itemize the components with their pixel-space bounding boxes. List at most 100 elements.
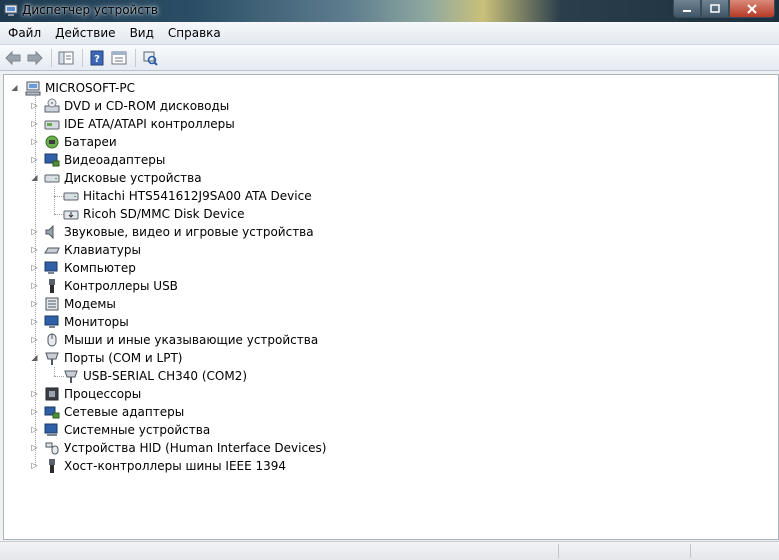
tree-item[interactable]: ▷ Клавиатуры [4, 241, 504, 259]
tree-item[interactable]: ▷ Батареи [4, 133, 504, 151]
status-bar [0, 541, 779, 560]
disk-drive-icon [63, 192, 79, 201]
tree-item-label: Hitachi HTS541612J9SA00 ATA Device [83, 189, 312, 203]
tree-item[interactable]: ◢ Дисковые устройства [4, 169, 504, 187]
expand-toggle-icon[interactable]: ▷ [30, 119, 39, 128]
tree-item-label: USB-SERIAL CH340 (COM2) [83, 369, 248, 383]
toolbar-separator [82, 48, 83, 67]
tree-item[interactable]: ▷ IDE ATA/ATAPI контроллеры [4, 115, 504, 133]
maximize-button[interactable] [701, 0, 729, 18]
tree-item[interactable]: ▷ Мониторы [4, 313, 504, 331]
tree-item[interactable]: ▷ Контроллеры USB [4, 277, 504, 295]
expand-toggle-icon[interactable]: ▷ [30, 245, 39, 254]
tree-item[interactable]: ▷ Процессоры [4, 385, 504, 403]
tree-child-item[interactable]: USB-SERIAL CH340 (COM2) [4, 367, 504, 385]
title-bar: Диспетчер устройств [0, 0, 779, 22]
tree-item-label: Модемы [64, 297, 116, 311]
properties-pane-button[interactable] [56, 48, 76, 68]
menu-file[interactable]: Файл [0, 22, 48, 44]
computer-icon [44, 261, 58, 274]
expand-toggle-icon[interactable]: ▷ [30, 155, 39, 164]
keyboard-icon [44, 247, 60, 254]
menu-bar: Файл Действие Вид Справка [0, 22, 779, 45]
usb-icon [49, 279, 55, 293]
expand-toggle-icon[interactable]: ▷ [30, 389, 39, 398]
port-icon [45, 352, 59, 365]
collapse-toggle-icon[interactable]: ◢ [30, 353, 39, 362]
expand-toggle-icon[interactable]: ▷ [30, 299, 39, 308]
forward-button[interactable] [25, 48, 45, 68]
expand-toggle-icon[interactable]: ▷ [30, 137, 39, 146]
back-icon [5, 50, 21, 65]
back-button[interactable] [3, 48, 23, 68]
tree-item-label: Системные устройства [64, 423, 211, 437]
expand-toggle-icon[interactable]: ▷ [30, 281, 39, 290]
tree-item[interactable]: ▷ Хост-контроллеры шины IEEE 1394 [4, 457, 504, 475]
scan-hardware-icon [143, 51, 158, 66]
menu-action[interactable]: Действие [48, 22, 122, 44]
tree-item[interactable]: ▷ DVD и CD-ROM дисководы [4, 97, 504, 115]
expand-toggle-icon[interactable]: ▷ [30, 425, 39, 434]
modem-icon [45, 297, 59, 311]
status-separator [690, 544, 691, 558]
tree-item-label: Мыши и иные указывающие устройства [64, 333, 319, 347]
help-button[interactable]: ? [87, 48, 107, 68]
tree-item[interactable]: ▷ Сетевые адаптеры [4, 403, 504, 421]
tree-item-label: Дисковые устройства [64, 171, 202, 185]
maximize-icon [710, 3, 720, 13]
expand-toggle-icon[interactable]: ▷ [30, 335, 39, 344]
minimize-icon [683, 9, 691, 12]
close-icon [747, 3, 757, 14]
menu-help[interactable]: Справка [161, 22, 228, 44]
tree-root[interactable]: ◢ MICROSOFT-PC [4, 79, 404, 97]
console-tree-button[interactable] [109, 48, 129, 68]
tree-item-label: Звуковые, видео и игровые устройства [64, 225, 314, 239]
tree-child-item[interactable]: Ricoh SD/MMC Disk Device [4, 205, 504, 223]
expand-toggle-icon[interactable]: ▷ [30, 227, 39, 236]
minimize-button[interactable] [673, 0, 701, 18]
expand-toggle-icon[interactable]: ▷ [30, 461, 39, 470]
tree-item-label: Батареи [64, 135, 117, 149]
tree-item-label: Компьютер [64, 261, 136, 275]
tree-item[interactable]: ▷ Компьютер [4, 259, 504, 277]
svg-text:?: ? [94, 54, 100, 65]
expand-toggle-icon[interactable]: ▷ [30, 443, 39, 452]
ide-controller-icon [44, 120, 60, 130]
collapse-toggle-icon[interactable]: ◢ [10, 83, 19, 92]
window-title: Диспетчер устройств [22, 3, 159, 17]
collapse-toggle-icon[interactable]: ◢ [30, 173, 39, 182]
tree-item-label: Сетевые адаптеры [64, 405, 185, 419]
tree-item-label: Хост-контроллеры шины IEEE 1394 [64, 459, 287, 473]
tree-item[interactable]: ▷ Мыши и иные указывающие устройства [4, 331, 504, 349]
tree-item-label: Видеоадаптеры [64, 153, 166, 167]
scan-hardware-button[interactable] [140, 48, 160, 68]
expand-toggle-icon[interactable]: ▷ [30, 317, 39, 326]
tree-item-label: IDE ATA/ATAPI контроллеры [64, 117, 235, 131]
tree-item[interactable]: ▷ Звуковые, видео и игровые устройства [4, 223, 504, 241]
device-tree[interactable]: ◢ MICROSOFT-PC ▷ DVD и CD-ROM дисководы … [3, 74, 779, 540]
expand-toggle-icon[interactable]: ▷ [30, 101, 39, 110]
properties-pane-icon [58, 51, 74, 64]
toolbar-separator [135, 48, 136, 67]
monitor-icon [44, 315, 59, 328]
expand-toggle-icon[interactable]: ▷ [30, 407, 39, 416]
status-separator [558, 544, 559, 558]
tree-item[interactable]: ◢ Порты (COM и LPT) [4, 349, 504, 367]
ieee1394-icon [49, 459, 55, 473]
tree-child-item[interactable]: Hitachi HTS541612J9SA00 ATA Device [4, 187, 504, 205]
tree-item[interactable]: ▷ Модемы [4, 295, 504, 313]
expand-toggle-icon[interactable]: ▷ [30, 263, 39, 272]
processor-icon [45, 387, 59, 401]
toolbar: ? [0, 45, 779, 71]
tree-item[interactable]: ▷ Устройства HID (Human Interface Device… [4, 439, 504, 457]
tree-root-label: MICROSOFT-PC [45, 81, 135, 95]
tree-item-label: Ricoh SD/MMC Disk Device [83, 207, 245, 221]
menu-view[interactable]: Вид [123, 22, 161, 44]
toolbar-separator [51, 48, 52, 67]
tree-item-label: DVD и CD-ROM дисководы [64, 99, 230, 113]
tree-item[interactable]: ▷ Системные устройства [4, 421, 504, 439]
system-device-icon [44, 423, 58, 436]
close-button[interactable] [729, 0, 775, 18]
tree-item[interactable]: ▷ Видеоадаптеры [4, 151, 504, 169]
display-adapter-icon [44, 153, 60, 167]
